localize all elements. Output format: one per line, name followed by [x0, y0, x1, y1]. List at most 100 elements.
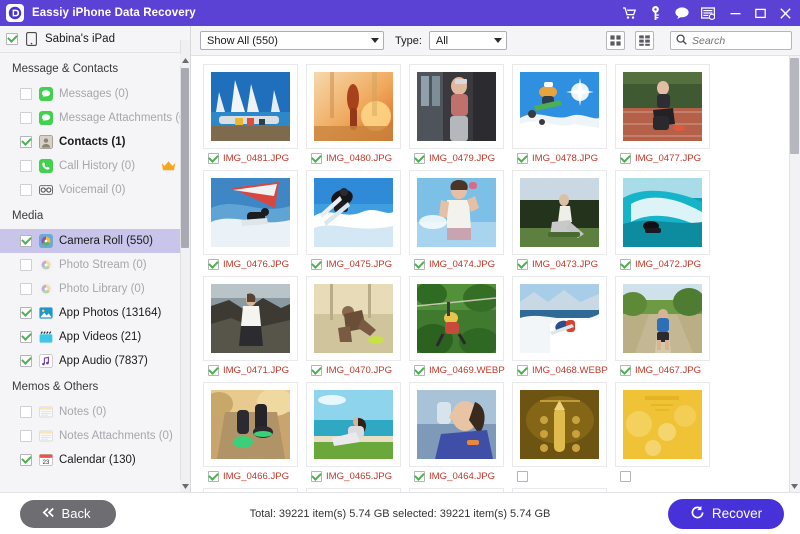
sidebar-item-call-history[interactable]: Call History (0) [0, 154, 190, 178]
grid-item[interactable]: IMG_0471.JPG [203, 276, 298, 376]
thumbnail-box[interactable] [615, 276, 710, 361]
file-name[interactable]: IMG_0481.JPG [223, 153, 289, 164]
grid-item[interactable]: IMG_0466.JPG [203, 382, 298, 482]
contacts-checkbox[interactable] [20, 136, 32, 148]
item-checkbox[interactable] [208, 365, 219, 376]
sidebar-item-app-videos[interactable]: App Videos (21) [0, 325, 190, 349]
device-row[interactable]: Sabina's iPad [0, 26, 190, 53]
sidebar-item-notes-attachments[interactable]: Notes Attachments (0) [0, 424, 190, 448]
camera-roll-checkbox[interactable] [20, 235, 32, 247]
file-name[interactable]: IMG_0471.JPG [223, 365, 289, 376]
sidebar-item-messages[interactable]: Messages (0) [0, 82, 190, 106]
sidebar-item-notes[interactable]: Notes (0) [0, 400, 190, 424]
sidebar-item-contacts[interactable]: Contacts (1) [0, 130, 190, 154]
thumbnail-box[interactable] [306, 382, 401, 467]
sidebar-scroll-up-button[interactable] [180, 54, 190, 66]
minimize-button[interactable] [729, 7, 742, 20]
file-name[interactable]: IMG_0470.JPG [326, 365, 392, 376]
grid-item[interactable]: IMG_0479.JPG [409, 64, 504, 164]
app-photos-checkbox[interactable] [20, 307, 32, 319]
file-name[interactable]: IMG_0476.JPG [223, 259, 289, 270]
thumbnail-box[interactable] [306, 170, 401, 255]
filter-select[interactable]: Show All (550) [200, 31, 384, 50]
maximize-button[interactable] [754, 7, 767, 20]
calendar-checkbox[interactable] [20, 454, 32, 466]
type-select[interactable]: All [429, 31, 507, 50]
grid-item[interactable]: IMG_0480.JPG [306, 64, 401, 164]
grid-item[interactable]: IMG_0469.WEBP [409, 276, 504, 376]
item-checkbox[interactable] [517, 471, 528, 482]
chat-bubble-icon[interactable] [674, 6, 689, 21]
grid-item[interactable]: IMG_0476.JPG [203, 170, 298, 270]
file-name[interactable]: IMG_0479.JPG [429, 153, 495, 164]
thumbnail-box[interactable] [512, 64, 607, 149]
item-checkbox[interactable] [311, 259, 322, 270]
item-checkbox[interactable] [208, 153, 219, 164]
item-checkbox[interactable] [620, 259, 631, 270]
thumbnail-box[interactable] [409, 382, 504, 467]
photo-stream-checkbox[interactable] [20, 259, 32, 271]
photo-library-checkbox[interactable] [20, 283, 32, 295]
sidebar-scrollbar-thumb[interactable] [181, 68, 189, 248]
sidebar-item-camera-roll[interactable]: Camera Roll (550) [0, 229, 190, 253]
device-checkbox[interactable] [6, 33, 18, 45]
thumbnail-box[interactable] [203, 276, 298, 361]
grid-item[interactable]: IMG_0473.JPG [512, 170, 607, 270]
thumbnail-box[interactable] [409, 276, 504, 361]
file-name[interactable]: IMG_0478.JPG [532, 153, 598, 164]
file-name[interactable]: IMG_0466.JPG [223, 471, 289, 482]
item-checkbox[interactable] [414, 259, 425, 270]
thumbnail-box[interactable] [203, 170, 298, 255]
grid-large-icon[interactable] [606, 31, 625, 50]
item-checkbox[interactable] [517, 365, 528, 376]
thumbnail-box[interactable] [512, 276, 607, 361]
item-checkbox[interactable] [620, 365, 631, 376]
item-checkbox[interactable] [620, 471, 631, 482]
thumbnail-box[interactable] [512, 382, 607, 467]
file-name[interactable]: IMG_0472.JPG [635, 259, 701, 270]
search-input[interactable] [692, 35, 786, 47]
file-name[interactable]: IMG_0465.JPG [326, 471, 392, 482]
file-name[interactable]: IMG_0468.WEBP [532, 365, 608, 376]
file-name[interactable]: IMG_0480.JPG [326, 153, 392, 164]
item-checkbox[interactable] [311, 365, 322, 376]
file-name[interactable]: IMG_0474.JPG [429, 259, 495, 270]
recover-button[interactable]: Recover [668, 499, 784, 529]
notes-checkbox[interactable] [20, 406, 32, 418]
grid-item[interactable]: IMG_0468.WEBP [512, 276, 607, 376]
sidebar-scrollbar-track[interactable] [180, 40, 190, 492]
cart-icon[interactable] [622, 6, 637, 21]
thumbnail-box[interactable] [615, 170, 710, 255]
grid-scrollbar-track[interactable] [789, 56, 800, 492]
grid-item[interactable]: IMG_0477.JPG [615, 64, 710, 164]
sidebar-item-voicemail[interactable]: Voicemail (0) [0, 178, 190, 202]
grid-item[interactable]: IMG_0474.JPG [409, 170, 504, 270]
notes-attachments-checkbox[interactable] [20, 430, 32, 442]
grid-item[interactable]: IMG_0465.JPG [306, 382, 401, 482]
item-checkbox[interactable] [311, 471, 322, 482]
item-checkbox[interactable] [620, 153, 631, 164]
sidebar-item-photo-stream[interactable]: Photo Stream (0) [0, 253, 190, 277]
item-checkbox[interactable] [517, 259, 528, 270]
sidebar-item-calendar[interactable]: 23 Calendar (130) [0, 448, 190, 472]
sidebar-item-app-photos[interactable]: App Photos (13164) [0, 301, 190, 325]
item-checkbox[interactable] [311, 153, 322, 164]
item-checkbox[interactable] [414, 153, 425, 164]
grid-item[interactable]: IMG_0478.JPG [512, 64, 607, 164]
app-audio-checkbox[interactable] [20, 355, 32, 367]
thumbnail-box[interactable] [409, 170, 504, 255]
file-name[interactable]: IMG_0467.JPG [635, 365, 701, 376]
thumbnail-box[interactable] [615, 382, 710, 467]
messages-checkbox[interactable] [20, 88, 32, 100]
grid-small-icon[interactable] [635, 31, 654, 50]
thumbnail-box[interactable] [512, 170, 607, 255]
file-name[interactable]: IMG_0473.JPG [532, 259, 598, 270]
thumbnail-box[interactable] [306, 64, 401, 149]
grid-item[interactable]: IMG_0464.JPG [409, 382, 504, 482]
thumbnail-box[interactable] [409, 64, 504, 149]
grid-item[interactable]: IMG_0467.JPG [615, 276, 710, 376]
close-button[interactable] [779, 7, 792, 20]
search-box[interactable] [670, 31, 792, 50]
message-attachments-checkbox[interactable] [20, 112, 32, 124]
call-history-checkbox[interactable] [20, 160, 32, 172]
